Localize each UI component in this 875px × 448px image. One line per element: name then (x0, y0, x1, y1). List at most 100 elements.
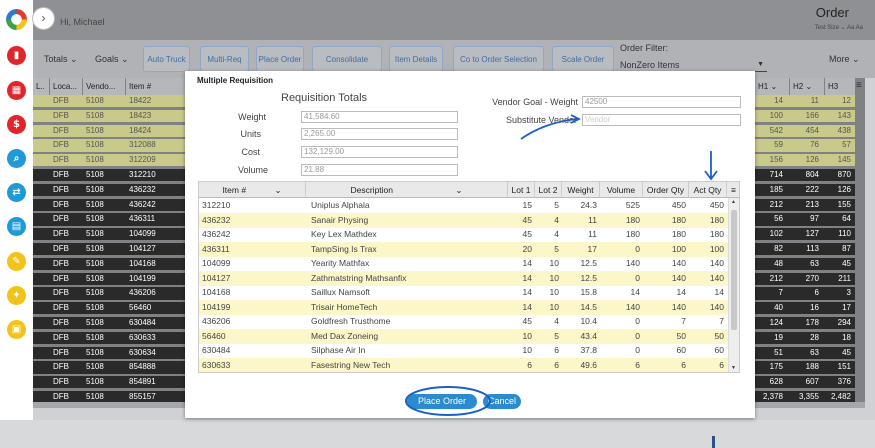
cell-h1: 175 (769, 362, 783, 372)
table-row-right[interactable]: 40 16 17 (755, 302, 855, 315)
grid-header-vendor[interactable]: Vendo... (83, 78, 125, 95)
table-row[interactable]: DFB 5108 436206 (33, 287, 185, 300)
item-details-button[interactable]: Item Details (389, 46, 443, 72)
cell-h3: 64 (842, 214, 851, 224)
cell-h2: 63 (810, 347, 819, 357)
table-row-right[interactable]: 14 11 12 (755, 95, 855, 108)
table-row-right[interactable]: 100 166 143 (755, 109, 855, 122)
auto-truck-button[interactable]: Auto Truck (143, 46, 190, 72)
cell-h3: 151 (837, 362, 851, 372)
order-filter-select[interactable]: NonZero Items ▼ (617, 58, 767, 72)
calendar-icon[interactable]: ▦ (7, 81, 26, 100)
more-menu[interactable]: More ⌄ (829, 54, 860, 65)
grid-header-h2[interactable]: H2 ⌄ (790, 78, 824, 95)
wrench-icon[interactable]: ✦ (7, 286, 26, 305)
table-row[interactable]: DFB 5108 18422 (33, 95, 185, 108)
cell-vendor: 5108 (86, 184, 104, 194)
co-to-order-button[interactable]: Co to Order Selection (453, 46, 544, 72)
table-row[interactable]: DFB 5108 18424 (33, 124, 185, 137)
cell-h1: 102 (769, 229, 783, 239)
grid-header-h1[interactable]: H1 ⌄ (755, 78, 789, 95)
table-row-right[interactable]: 124 178 294 (755, 317, 855, 330)
grid-header-location[interactable]: Loca... (50, 78, 82, 95)
cell-h2: 213 (805, 199, 819, 209)
clipboard-icon[interactable]: ▣ (7, 320, 26, 339)
table-row[interactable]: DFB 5108 56460 (33, 302, 185, 315)
grid-header-h3[interactable]: H3 (825, 78, 855, 95)
table-row-right[interactable]: 51 63 45 (755, 346, 855, 359)
cell-vendor: 5108 (86, 199, 104, 209)
cell-h3: 294 (837, 318, 851, 327)
cell-h3: 45 (842, 347, 851, 357)
table-row-right[interactable]: 7 6 3 (755, 287, 855, 300)
table-row-right[interactable]: 59 76 57 (755, 139, 855, 152)
multi-req-button[interactable]: Multi-Req (200, 46, 249, 72)
transfer-icon[interactable]: ⇄ (7, 183, 26, 202)
cell-h1: 56 (774, 214, 783, 224)
table-row[interactable]: DFB 5108 436232 (33, 183, 185, 196)
cell-h1: 14 (774, 96, 783, 105)
table-row[interactable]: DFB 5108 104099 (33, 228, 185, 241)
table-row[interactable]: DFB 5108 312210 (33, 169, 185, 182)
cell-vendor: 5108 (86, 362, 104, 372)
table-row[interactable]: DFB 5108 854891 (33, 376, 185, 389)
cell-loc: DFB (53, 110, 69, 120)
scale-order-button[interactable]: Scale Order (552, 46, 614, 72)
header-bar: › Hi, Michael Order Test Size ⌄ Aa Aa (32, 0, 875, 40)
grid-menu-icon[interactable]: ≡ (856, 80, 862, 91)
cell-h1: 51 (774, 347, 783, 357)
table-row-right[interactable]: 19 28 18 (755, 331, 855, 344)
table-row-right[interactable]: 102 127 110 (755, 228, 855, 241)
table-row[interactable]: DFB 5108 312088 (33, 139, 185, 152)
cell-h2: 28 (810, 332, 819, 342)
table-row[interactable]: DFB 5108 104168 (33, 257, 185, 270)
cell-loc: DFB (53, 362, 69, 372)
grid-header-l[interactable]: L.. (33, 78, 49, 95)
pencil-icon[interactable]: ✎ (7, 252, 26, 271)
table-row-right[interactable]: 212 270 211 (755, 272, 855, 285)
place-order-toolbar-button[interactable]: Place Order (256, 46, 304, 72)
table-row[interactable]: DFB 5108 18423 (33, 109, 185, 122)
table-row-right[interactable]: 185 222 126 (755, 183, 855, 196)
document-icon[interactable]: ▤ (7, 217, 26, 236)
table-row[interactable]: DFB 5108 104127 (33, 243, 185, 256)
cell-item: 854888 (129, 362, 156, 372)
totals-dropdown[interactable]: Totals ⌄ (44, 54, 78, 65)
consolidate-button[interactable]: Consolidate (312, 46, 382, 72)
table-row[interactable]: DFB 5108 854888 (33, 361, 185, 374)
search-icon[interactable]: ⌕ (7, 149, 26, 168)
table-row[interactable]: DFB 5108 630633 (33, 331, 185, 344)
table-row-right[interactable]: 82 113 87 (755, 243, 855, 256)
goals-dropdown[interactable]: Goals ⌄ (95, 54, 129, 65)
cell-vendor: 5108 (86, 229, 104, 239)
table-row-right[interactable]: 175 188 151 (755, 361, 855, 374)
cell-h2: 127 (805, 229, 819, 239)
table-row-right[interactable]: 212 213 155 (755, 198, 855, 211)
cell-loc: DFB (53, 377, 69, 387)
table-row[interactable]: DFB 5108 630634 (33, 346, 185, 359)
expand-sidebar-button[interactable]: › (32, 7, 55, 30)
cell-h2: 6 (814, 288, 819, 298)
table-row[interactable]: DFB 5108 312209 (33, 154, 185, 167)
cell-h1: 100 (769, 110, 783, 120)
table-row-right[interactable]: 48 63 45 (755, 257, 855, 270)
table-row-right[interactable]: 628 607 376 (755, 376, 855, 389)
cell-h3: 126 (837, 184, 851, 194)
dollar-icon[interactable]: $ (7, 115, 26, 134)
cell-item: 104168 (129, 258, 156, 268)
table-row-right[interactable]: 156 126 145 (755, 154, 855, 167)
table-row[interactable]: DFB 5108 630484 (33, 317, 185, 330)
table-row[interactable]: DFB 5108 104199 (33, 272, 185, 285)
display-options[interactable]: Test Size ⌄ Aa Aa (815, 24, 863, 31)
table-row-right[interactable]: 56 97 64 (755, 213, 855, 226)
table-row[interactable]: DFB 5108 436242 (33, 198, 185, 211)
cell-h1: 7 (778, 288, 783, 298)
cell-loc: DFB (53, 199, 69, 209)
chart-icon[interactable]: ▮ (7, 46, 26, 65)
table-row[interactable]: DFB 5108 436311 (33, 213, 185, 226)
table-row-right[interactable]: 714 804 870 (755, 169, 855, 182)
cell-h3: 438 (837, 125, 851, 135)
table-row-right[interactable]: 542 454 438 (755, 124, 855, 137)
cell-h2: 16 (810, 303, 819, 313)
grid-header-item[interactable]: Item # (126, 78, 185, 95)
